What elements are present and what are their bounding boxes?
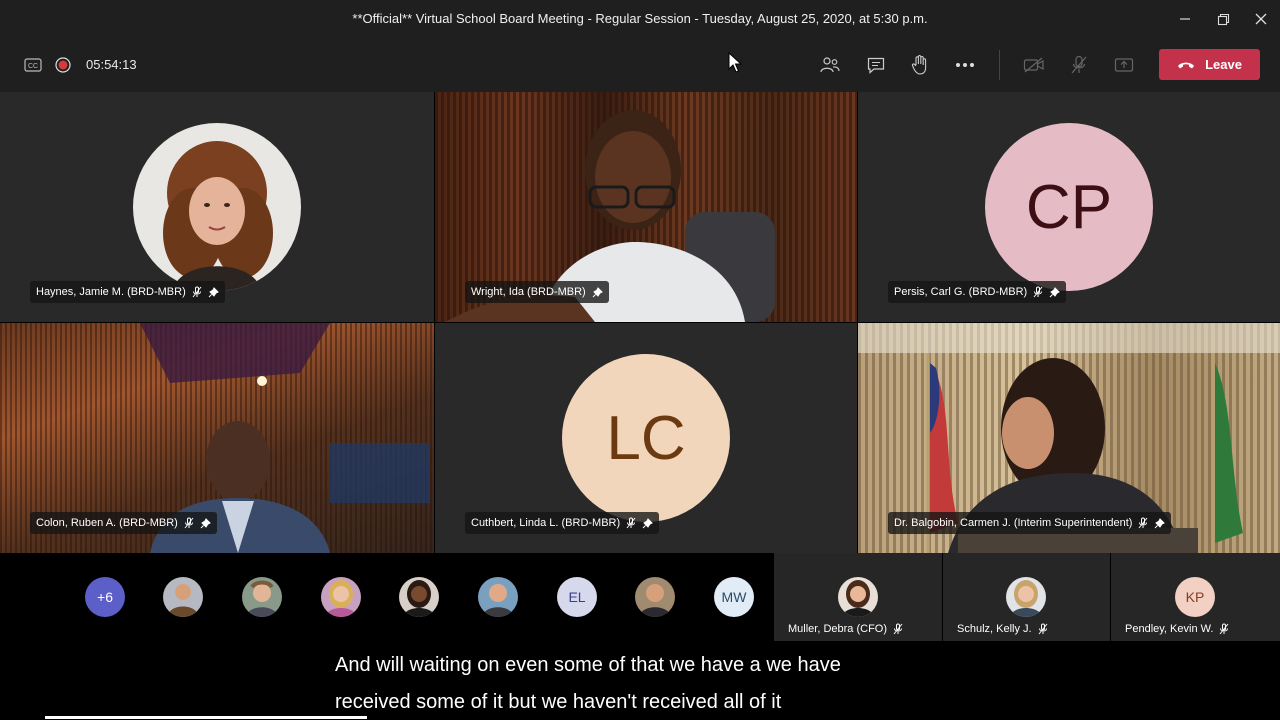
participant-tile[interactable]: Wright, Ida (BRD-MBR) [435,92,857,322]
mic-muted-icon [626,517,636,529]
participant-mini-name: Schulz, Kelly J. [957,623,1048,635]
meeting-toolbar: CC 05:54:13 Leave [0,38,1280,92]
participant-mini-name: Muller, Debra (CFO) [788,623,903,635]
meeting-title: **Official** Virtual School Board Meetin… [352,11,928,26]
camera-off-icon[interactable] [1021,52,1047,78]
svg-text:CC: CC [28,63,38,70]
participant-tile[interactable]: Colon, Ruben A. (BRD-MBR) [0,323,434,553]
participant-name: Colon, Ruben A. (BRD-MBR) [36,517,178,529]
participant-avatar[interactable] [635,577,675,617]
avatar-initials: MW [721,589,747,605]
participant-name: Persis, Carl G. (BRD-MBR) [894,286,1028,298]
participant-bar: +6 EL MW Muller, Debra (CFO) Schulz, Kel… [0,553,1280,641]
participant-name: Dr. Balgobin, Carmen J. (Interim Superin… [894,517,1133,529]
avatar-initials: KP [1185,589,1205,605]
avatar-initials: EL [568,589,586,605]
participants-icon[interactable] [817,52,843,78]
participant-avatar[interactable]: EL [557,577,597,617]
caption-line: received some of it but we haven't recei… [335,691,782,713]
participant-avatar[interactable] [478,577,518,617]
participant-avatar: KP [1175,577,1215,617]
participant-avatar[interactable] [321,577,361,617]
participant-nametag: Dr. Balgobin, Carmen J. (Interim Superin… [888,512,1172,534]
chat-icon[interactable] [863,52,889,78]
participant-tile[interactable]: CP Persis, Carl G. (BRD-MBR) [858,92,1280,322]
recording-icon [50,52,76,78]
closed-caption-icon[interactable]: CC [20,52,46,78]
participant-tile[interactable]: Dr. Balgobin, Carmen J. (Interim Superin… [858,323,1280,553]
avatar: LC [562,354,730,522]
overflow-participants-button[interactable]: +6 [85,577,125,617]
participant-mini-tile[interactable]: Schulz, Kelly J. [943,553,1110,641]
mic-muted-icon [1033,286,1043,298]
share-screen-icon[interactable] [1111,52,1137,78]
mic-muted-icon [1138,517,1148,529]
leave-button-label: Leave [1205,57,1242,72]
close-icon[interactable] [1248,6,1274,32]
restore-icon[interactable] [1210,6,1236,32]
participant-nametag: Colon, Ruben A. (BRD-MBR) [30,512,217,534]
meeting-timer: 05:54:13 [86,57,137,72]
participant-name: Pendley, Kevin W. [1125,623,1214,635]
participant-name: Wright, Ida (BRD-MBR) [471,286,586,298]
mic-off-icon[interactable] [1066,52,1092,78]
participant-nametag: Persis, Carl G. (BRD-MBR) [888,281,1067,303]
participant-mini-name: Pendley, Kevin W. [1125,623,1229,635]
participant-tile[interactable]: Haynes, Jamie M. (BRD-MBR) [0,92,434,322]
mouse-cursor-icon [722,50,748,76]
participant-avatar[interactable] [163,577,203,617]
participant-mini-tile[interactable]: Muller, Debra (CFO) [774,553,942,641]
leave-button[interactable]: Leave [1159,49,1260,80]
participant-nametag: Cuthbert, Linda L. (BRD-MBR) [465,512,660,534]
participant-mini-tile[interactable]: KP Pendley, Kevin W. [1111,553,1280,641]
mic-muted-icon [893,623,903,635]
minimize-icon[interactable] [1172,6,1198,32]
avatar-initials: LC [606,403,686,473]
participant-name: Muller, Debra (CFO) [788,623,888,635]
pin-icon [1154,517,1166,529]
pin-icon [592,286,603,298]
participant-name: Cuthbert, Linda L. (BRD-MBR) [471,517,621,529]
window-title-bar: **Official** Virtual School Board Meetin… [0,0,1280,38]
avatar-initials: CP [1025,172,1113,242]
participant-name: Schulz, Kelly J. [957,623,1032,635]
toolbar-divider [999,50,1000,80]
mic-muted-icon [192,286,202,298]
overflow-count: +6 [97,589,113,605]
participant-avatar[interactable]: MW [714,577,754,617]
phone-hangup-icon [1178,62,1195,68]
pin-icon [208,286,219,298]
more-icon[interactable] [952,52,978,78]
participant-tile[interactable]: LC Cuthbert, Linda L. (BRD-MBR) [435,323,857,553]
participant-nametag: Haynes, Jamie M. (BRD-MBR) [30,281,225,303]
pin-icon [200,517,211,529]
closed-caption-text: And will waiting on even some of that we… [335,647,955,720]
avatar: CP [985,123,1153,291]
mic-muted-icon [1038,623,1047,635]
playback-progress-bar[interactable] [45,716,367,719]
video-grid: Haynes, Jamie M. (BRD-MBR) Wright, Ida (… [0,92,1280,553]
mic-muted-icon [1220,623,1229,635]
participant-avatar [838,577,878,617]
caption-line: And will waiting on even some of that we… [335,654,841,676]
mic-muted-icon [184,517,194,529]
participant-avatar [1006,577,1046,617]
participant-avatar[interactable] [242,577,282,617]
raise-hand-icon[interactable] [907,52,933,78]
participant-name: Haynes, Jamie M. (BRD-MBR) [36,286,186,298]
participant-avatar[interactable] [399,577,439,617]
avatar [133,123,301,291]
pin-icon [1049,286,1061,298]
participant-nametag: Wright, Ida (BRD-MBR) [465,281,609,303]
pin-icon [642,517,654,529]
